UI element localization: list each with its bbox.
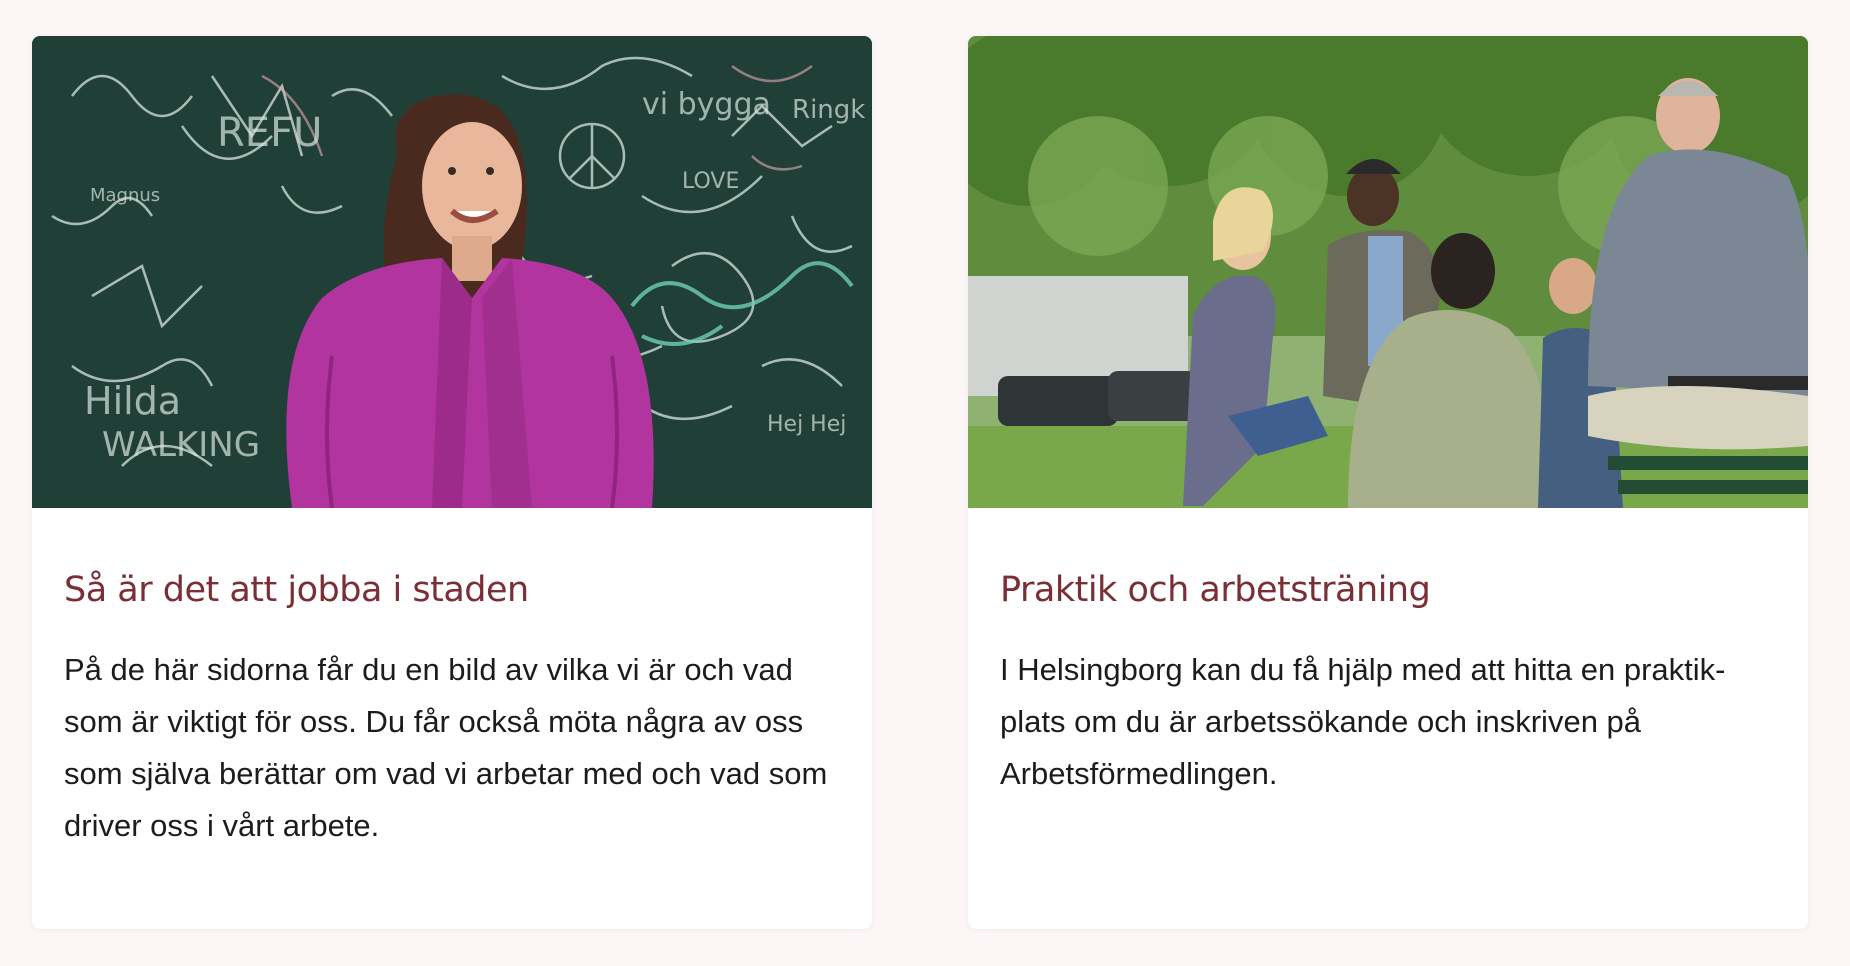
card-internship-training[interactable]: Praktik och arbetsträning I Helsingborg … (968, 36, 1808, 929)
park-group-photo (968, 36, 1808, 508)
card-description: På de här sidorna får du en bild av vilk… (64, 652, 828, 843)
svg-text:Hej Hej: Hej Hej (767, 412, 846, 437)
svg-text:WALKING: WALKING (102, 425, 260, 465)
card-image-woman-chalkboard: Hilda WALKING Magnus Hej Hej REFU vi byg… (32, 36, 872, 508)
card-title[interactable]: Praktik och arbetsträning (1000, 508, 1776, 622)
svg-text:LOVE: LOVE (682, 169, 739, 194)
card-image-park-group (968, 36, 1808, 508)
svg-text:vi bygga: vi bygga (642, 87, 771, 122)
card-title[interactable]: Så är det att jobba i staden (64, 508, 840, 622)
svg-text:REFU: REFU (217, 110, 322, 156)
card-work-in-city[interactable]: Hilda WALKING Magnus Hej Hej REFU vi byg… (32, 36, 872, 929)
svg-text:Hilda: Hilda (84, 379, 181, 423)
svg-text:Magnus: Magnus (90, 185, 160, 206)
card-body: Praktik och arbetsträning I Helsingborg … (968, 508, 1808, 800)
woman-chalkboard-photo: Hilda WALKING Magnus Hej Hej REFU vi byg… (32, 36, 872, 508)
card-description: I Helsingborg kan du få hjälp med att hi… (1000, 652, 1726, 791)
card-body: Så är det att jobba i staden På de här s… (32, 508, 872, 852)
svg-text:Ringk: Ringk (792, 95, 865, 125)
